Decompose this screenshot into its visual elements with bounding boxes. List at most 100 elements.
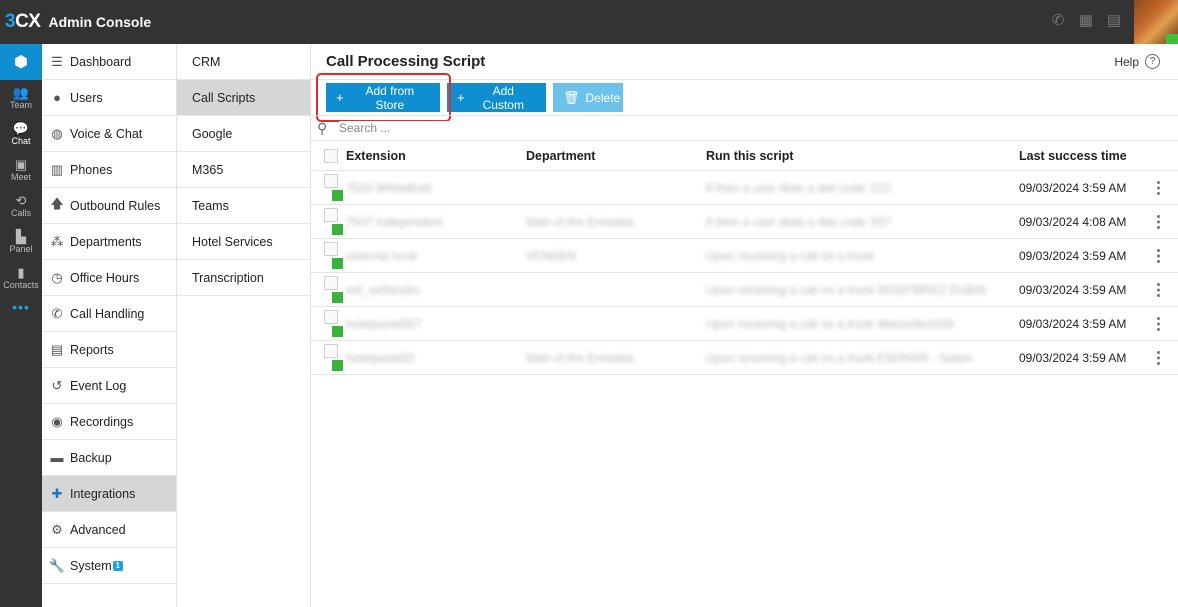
extension-cell: hotelpanel057 [346, 306, 526, 341]
trash-icon: 🗑 [563, 89, 580, 105]
table-row[interactable]: 7510 WhiteBold If then a user dials a di… [311, 170, 1178, 205]
help-link[interactable]: Help ? [1114, 54, 1160, 69]
row-checkbox[interactable] [324, 343, 338, 358]
table-row[interactable]: ext_selfstudio Upon receiving a call on … [311, 272, 1178, 307]
nav-item-integrations[interactable]: ✚ Integrations [42, 476, 176, 512]
wrench-icon: 🔧 [48, 557, 66, 573]
admin-icon: ⬢ [14, 54, 28, 71]
nav-item-phones[interactable]: ▥ Phones [42, 152, 176, 188]
top-bar: 3CX Admin Console ✆ ▦ ▤ [0, 0, 1178, 44]
subnav-item-m365[interactable]: M365 [177, 152, 310, 188]
nav-item-outbound-rules[interactable]: 🡅 Outbound Rules [42, 188, 176, 224]
row-checkbox[interactable] [324, 207, 338, 222]
last-success-cell: 09/03/2024 3:59 AM [1019, 170, 1139, 205]
department-cell: VENDEN [526, 238, 706, 273]
row-menu-icon[interactable]: ⋮ [1139, 306, 1178, 341]
meet-icon: ▣ [14, 157, 28, 172]
user-icon: ● [53, 90, 61, 105]
avatar[interactable] [1134, 0, 1178, 44]
column-header-last-success[interactable]: Last success time [1019, 140, 1139, 171]
row-menu-icon[interactable]: ⋮ [1139, 170, 1178, 205]
app-title: Admin Console [48, 14, 152, 30]
script-cell: If then a user dials a dial code '212 [706, 170, 1019, 205]
rail-item-meet[interactable]: ▣ Meet [0, 152, 42, 188]
nav-item-users[interactable]: ● Users [42, 80, 176, 116]
status-indicator [332, 292, 343, 304]
admin-home-button[interactable]: ⬢ [0, 44, 42, 80]
last-success-cell: 09/03/2024 4:08 AM [1019, 204, 1139, 239]
app-logo[interactable]: 3CX [5, 11, 41, 33]
archive-icon: ▬ [50, 450, 64, 465]
subnav-item-google[interactable]: Google [177, 116, 310, 152]
table-row[interactable]: hotelpanel02 Web of the Emirates Upon re… [311, 340, 1178, 375]
app-rail: ⬢ 👥 Team 💬 Chat ▣ Meet ⟲ Calls ▙ Panel ▮… [0, 44, 42, 607]
contacts-icon: ▮ [17, 265, 25, 280]
column-header-run-script[interactable]: Run this script [706, 140, 1019, 171]
nav-item-system[interactable]: 🔧 System 1 [42, 548, 176, 584]
page-title: Call Processing Script [326, 53, 486, 70]
qr-code-icon[interactable]: ▦ [1078, 12, 1094, 30]
search-input[interactable] [339, 121, 639, 135]
nav-item-reports[interactable]: ▤ Reports [42, 332, 176, 368]
more-apps-button[interactable]: ••• [0, 300, 42, 314]
extension-cell: hotelpanel02 [346, 340, 526, 375]
table-header: Extension Department Run this script Las… [311, 140, 1178, 171]
subnav-item-hotel-services[interactable]: Hotel Services [177, 224, 310, 260]
department-cell [526, 170, 706, 205]
subnav-item-teams[interactable]: Teams [177, 188, 310, 224]
subnav-item-transcription[interactable]: Transcription [177, 260, 310, 296]
rail-item-calls[interactable]: ⟲ Calls [0, 188, 42, 224]
select-all-checkbox[interactable] [324, 148, 338, 163]
nav-item-call-handling[interactable]: ✆ Call Handling [42, 296, 176, 332]
nav-item-event-log[interactable]: ↺ Event Log [42, 368, 176, 404]
column-header-department[interactable]: Department [526, 140, 706, 171]
panel-icon: ▙ [16, 229, 26, 244]
row-checkbox[interactable] [324, 173, 338, 188]
script-cell: Upon receiving a call on a trunk 9032FIB… [706, 272, 1019, 307]
row-menu-icon[interactable]: ⋮ [1139, 340, 1178, 375]
script-cell: Upon receiving a call on a trunk [706, 238, 1019, 273]
main-navigation: ☰ Dashboard ● Users ◍ Voice & Chat ▥ Phones … [42, 44, 177, 607]
department-cell [526, 306, 706, 341]
nav-item-office-hours[interactable]: ◷ Office Hours [42, 260, 176, 296]
row-menu-icon[interactable]: ⋮ [1139, 238, 1178, 273]
add-custom-button[interactable]: + Add Custom [447, 83, 546, 112]
row-checkbox[interactable] [324, 275, 338, 290]
delete-button[interactable]: 🗑 Delete [553, 83, 623, 112]
rail-item-contacts[interactable]: ▮ Contacts [0, 260, 42, 296]
row-checkbox[interactable] [324, 241, 338, 256]
nav-item-departments[interactable]: ⁂ Departments [42, 224, 176, 260]
departments-icon: ⁂ [50, 233, 64, 249]
table-row[interactable]: 7507 Independent Web of the Emirates If … [311, 204, 1178, 239]
nav-item-voice-chat[interactable]: ◍ Voice & Chat [42, 116, 176, 152]
table-row[interactable]: external ivrstl VENDEN Upon receiving a … [311, 238, 1178, 273]
globe-icon: ◍ [51, 125, 63, 141]
row-menu-icon[interactable]: ⋮ [1139, 272, 1178, 307]
team-icon: 👥 [12, 85, 30, 100]
nav-item-backup[interactable]: ▬ Backup [42, 440, 176, 476]
extension-cell: 7510 WhiteBold [346, 170, 526, 205]
column-header-extension[interactable]: Extension [346, 140, 526, 171]
main-content: Call Processing Script Help ? + Add from … [311, 44, 1178, 607]
nav-item-advanced[interactable]: ⚙ Advanced [42, 512, 176, 548]
last-success-cell: 09/03/2024 3:59 AM [1019, 340, 1139, 375]
rail-item-team[interactable]: 👥 Team [0, 80, 42, 116]
nav-item-recordings[interactable]: ◉ Recordings [42, 404, 176, 440]
phone-device-icon: ▥ [50, 161, 64, 177]
status-indicator [332, 190, 343, 202]
row-menu-icon[interactable]: ⋮ [1139, 204, 1178, 239]
subnav-item-crm[interactable]: CRM [177, 44, 310, 80]
nav-item-dashboard[interactable]: ☰ Dashboard [42, 44, 176, 80]
rail-item-panel[interactable]: ▙ Panel [0, 224, 42, 260]
status-indicator [332, 224, 343, 236]
subnav-item-call-scripts[interactable]: Call Scripts [177, 80, 310, 116]
rail-item-chat[interactable]: 💬 Chat [0, 116, 42, 152]
row-checkbox[interactable] [324, 309, 338, 324]
plus-icon: + [457, 90, 465, 105]
handset-icon: ✆ [51, 305, 63, 321]
table-row[interactable]: hotelpanel057 Upon receiving a call on a… [311, 306, 1178, 341]
record-icon: ◉ [51, 413, 63, 429]
status-indicator [332, 258, 343, 270]
phone-icon[interactable]: ✆ [1050, 12, 1066, 30]
book-icon[interactable]: ▤ [1106, 12, 1122, 30]
